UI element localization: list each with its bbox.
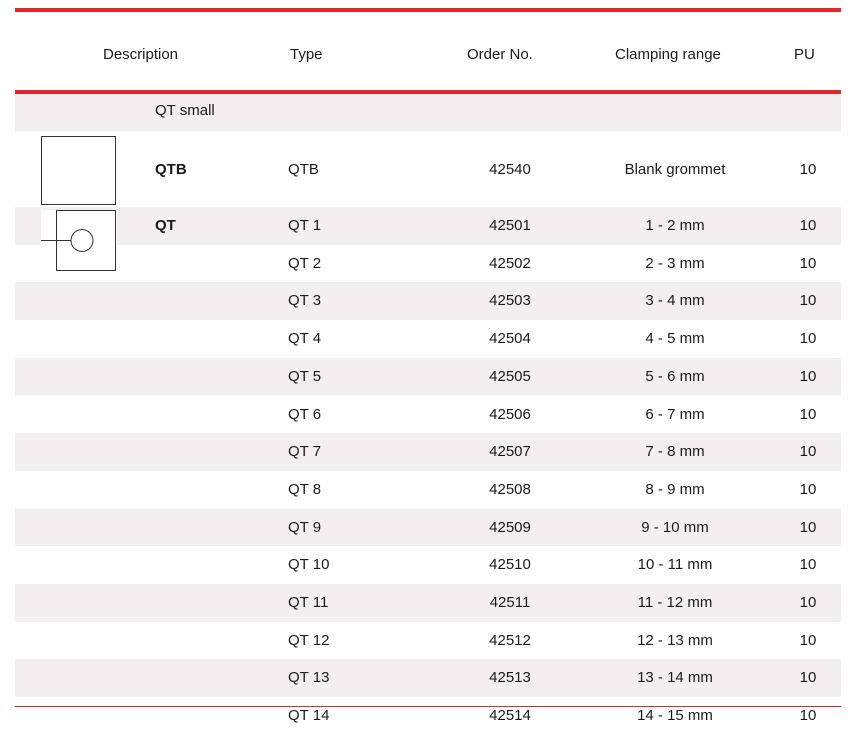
group-row	[15, 94, 841, 131]
row-pu: 10	[799, 367, 817, 385]
header-description: Description	[103, 46, 179, 63]
row-order-no: 42514	[489, 707, 531, 725]
row-type: QT 9	[288, 518, 322, 536]
row-order-no: 42513	[489, 669, 531, 687]
row-type: QT 7	[288, 443, 322, 461]
header-clamping-range: Clamping range	[615, 46, 721, 63]
row-type: QT 8	[288, 480, 322, 498]
row-order-no: 42505	[489, 367, 531, 385]
row-pu: 10	[799, 254, 817, 272]
row-type: QT 2	[288, 254, 322, 272]
row-clamping-range: 2 - 3 mm	[645, 254, 705, 272]
table-header: Description Type Order No. Clamping rang…	[15, 12, 841, 90]
row-pu: 10	[799, 292, 817, 310]
row-clamping-range: 10 - 11 mm	[637, 556, 713, 574]
row-pu: 10	[799, 480, 817, 498]
row-pu: 10	[799, 518, 817, 536]
row-clamping-range: 1 - 2 mm	[645, 217, 705, 234]
row-order-no: 42510	[489, 556, 531, 574]
row-order-no: 42508	[489, 480, 531, 498]
row-order-no: 42509	[489, 518, 531, 536]
row-clamping-range: 14 - 15 mm	[637, 707, 713, 725]
row-clamping-range: 4 - 5 mm	[645, 330, 705, 348]
row-type: QT 5	[288, 367, 322, 385]
row-clamping-range: 5 - 6 mm	[645, 367, 705, 385]
row-type: QT 1	[288, 217, 322, 234]
row-type: QT 14	[288, 707, 330, 725]
row-pu: 10	[799, 330, 817, 348]
row-type: QT 12	[288, 631, 330, 649]
row-clamping-range: 3 - 4 mm	[645, 292, 705, 310]
header-order-no: Order No.	[467, 46, 533, 63]
row-clamping-range: 8 - 9 mm	[645, 480, 705, 498]
header-pu: PU	[794, 46, 815, 63]
row-order-no: 42512	[489, 631, 531, 649]
row-type: QT 11	[288, 594, 329, 611]
qtb-clamping-range: Blank grommet	[624, 161, 726, 178]
row-pu: 10	[799, 443, 817, 461]
row-type: QT 4	[288, 330, 322, 348]
row-order-no: 42511	[489, 594, 531, 611]
qt-description: QT	[155, 217, 176, 234]
row-type: QT 6	[288, 405, 322, 423]
qt-grommet-image	[41, 210, 117, 272]
blank-grommet-image	[41, 136, 117, 206]
group-label: QT small	[155, 102, 215, 119]
row-pu: 10	[799, 631, 817, 649]
qtb-description: QTB	[155, 161, 187, 178]
row-order-no: 42504	[489, 330, 531, 348]
row-pu: 10	[799, 556, 817, 574]
row-order-no: 42502	[489, 254, 531, 272]
qtb-pu: 10	[799, 161, 817, 178]
row-pu: 10	[799, 405, 817, 423]
qtb-type: QTB	[288, 161, 319, 178]
row-type: QT 13	[288, 669, 330, 687]
bottom-divider	[15, 706, 841, 707]
row-pu: 10	[799, 669, 817, 687]
row-order-no: 42503	[489, 292, 531, 310]
row-clamping-range: 6 - 7 mm	[645, 405, 705, 423]
row-type: QT 10	[288, 556, 330, 574]
row-clamping-range: 12 - 13 mm	[637, 631, 713, 649]
row-order-no: 42501	[489, 217, 531, 234]
row-clamping-range: 13 - 14 mm	[637, 669, 713, 687]
qtb-order-no: 42540	[489, 161, 531, 178]
row-pu: 10	[799, 217, 817, 234]
row-clamping-range: 7 - 8 mm	[645, 443, 705, 461]
row-clamping-range: 11 - 12 mm	[637, 594, 713, 611]
row-pu: 10	[799, 707, 817, 725]
row-pu: 10	[799, 594, 817, 611]
header-type: Type	[290, 46, 323, 63]
row-type: QT 3	[288, 292, 322, 310]
row-order-no: 42506	[489, 405, 531, 423]
row-order-no: 42507	[489, 443, 531, 461]
row-clamping-range: 9 - 10 mm	[641, 518, 709, 536]
